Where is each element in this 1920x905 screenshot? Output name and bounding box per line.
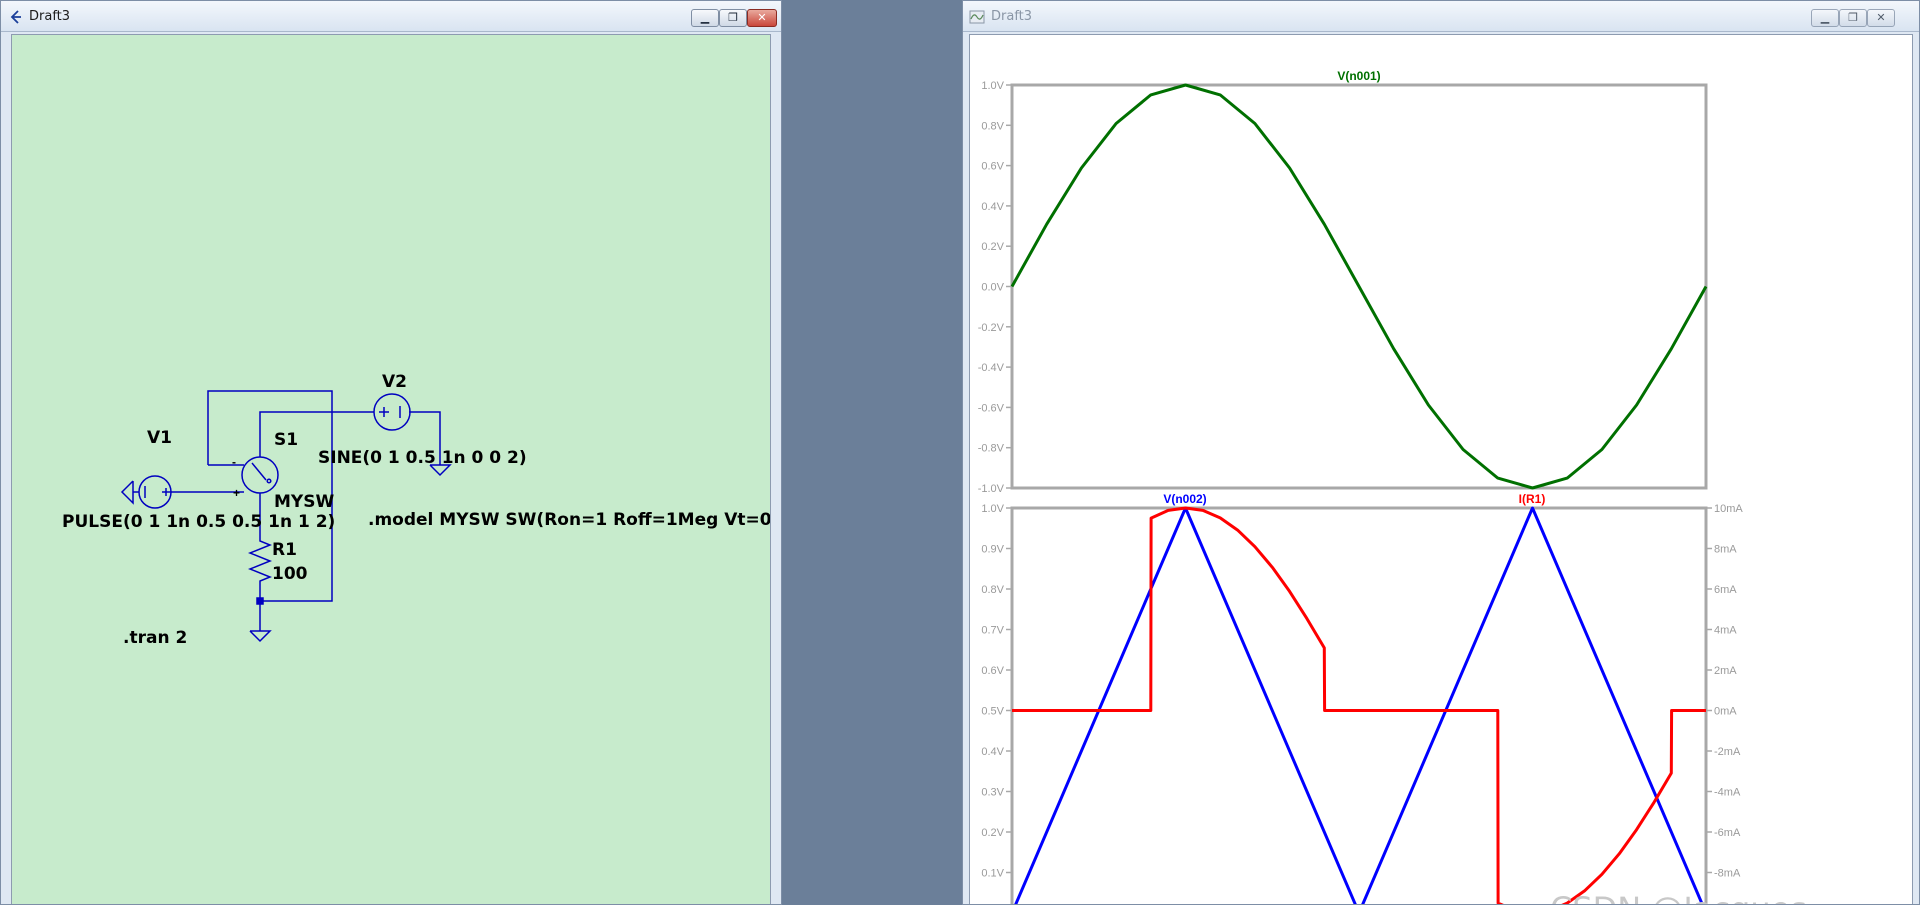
y-tick-label: -0.6V [978, 402, 1005, 414]
plot-window-title: Draft3 [991, 9, 1033, 24]
restore-icon: ❐ [1848, 11, 1858, 24]
pane-bottom[interactable]: 1.0V 0.9V 0.8V 0.7V 0.6V 0.5V 0.4V 0.3V 0.2V 0.1V… [981, 492, 1747, 904]
model-directive[interactable]: .model MYSW SW(Ron=1 Roff=1Meg Vt=0.5 Vh… [368, 510, 771, 530]
s1-minus-pin-label: - [232, 455, 236, 469]
series-line-0 [1014, 506, 1704, 904]
s1-plus-pin-label: + [233, 486, 240, 500]
s1-switch[interactable] [241, 435, 279, 505]
y-tick-label: 1.0V [981, 80, 1004, 92]
schematic-window[interactable]: Draft3 ▁ ❐ ✕ V1 PULSE(0 1 1n 0.5 0.5 1n … [0, 0, 782, 905]
y2-tick-label: -2mA [1714, 746, 1741, 758]
minimize-icon: ▁ [700, 11, 710, 24]
y-tick-label: 0.1V [981, 868, 1004, 880]
y-tick-label: 1.0V [981, 503, 1004, 515]
y2-tick-label: 10mA [1714, 503, 1743, 515]
series-line-1 [1012, 506, 1706, 904]
r1-resistor[interactable] [247, 535, 273, 585]
y2-tick-label: 6mA [1714, 584, 1737, 596]
legend-label: V(n002) [1163, 492, 1206, 506]
y2-tick-label: 0mA [1714, 706, 1737, 718]
y2-tick-label: -6mA [1714, 827, 1741, 839]
plot-canvas[interactable]: 1.0V 0.8V 0.6V 0.4V 0.2V 0.0V -0.2V -0.4V -0.6V -… [969, 34, 1913, 904]
y2-tick-label: 2mA [1714, 665, 1737, 677]
schematic-app-icon [10, 10, 21, 24]
restore-icon: ❐ [728, 11, 738, 24]
close-icon: ✕ [1876, 11, 1886, 24]
v1-label: V1 [147, 428, 172, 448]
plot-frame [1010, 506, 1708, 904]
y-tick-label: 0.2V [981, 827, 1004, 839]
y2-tick-label: 8mA [1714, 544, 1737, 556]
watermark-text: CSDN @Jacques [1550, 890, 1807, 904]
y-tick-label: 0.9V [981, 544, 1004, 556]
schematic-drawing[interactable]: V1 PULSE(0 1 1n 0.5 0.5 1n 1 2) S1 MYSW … [12, 35, 771, 904]
plot-minimize-button[interactable]: ▁ [1811, 9, 1839, 27]
v1-ground-icon [120, 480, 134, 505]
y-tick-label: 0.8V [981, 120, 1004, 132]
y-tick-label: -0.2V [978, 322, 1005, 334]
v2-value-label: SINE(0 1 0.5 1n 0 0 2) [318, 448, 527, 468]
y2-tick-label: 4mA [1714, 625, 1737, 637]
schematic-maximize-button[interactable]: ❐ [719, 9, 747, 27]
y2-tick-label: -8mA [1714, 868, 1741, 880]
schematic-canvas[interactable]: V1 PULSE(0 1 1n 0.5 0.5 1n 1 2) S1 MYSW … [11, 34, 771, 904]
plot-svg[interactable]: 1.0V 0.8V 0.6V 0.4V 0.2V 0.0V -0.2V -0.4V -0.6V -… [970, 35, 1913, 904]
y-tick-label: 0.3V [981, 787, 1004, 799]
legend-label: V(n001) [1337, 69, 1380, 83]
y-tick-label: 0.7V [981, 625, 1004, 637]
r1-value-label: 100 [272, 564, 308, 584]
y-tick-label: 0.4V [981, 746, 1004, 758]
schematic-close-button[interactable]: ✕ [747, 9, 777, 27]
schematic-window-title: Draft3 [29, 9, 71, 24]
v2-label: V2 [382, 372, 407, 392]
plot-window[interactable]: Draft3 ▁ ❐ ✕ 1.0V 0.8V 0.6V 0.4V 0.2V 0.0V -0.… [962, 0, 1920, 905]
y-tick-label: -0.4V [978, 362, 1005, 374]
waveform-app-icon [969, 10, 985, 24]
s1-label: S1 [274, 430, 298, 450]
v1-value-label: PULSE(0 1 1n 0.5 0.5 1n 1 2) [62, 512, 335, 532]
y-tick-label: 0.6V [981, 161, 1004, 173]
minimize-icon: ▁ [1820, 11, 1830, 24]
v2-source[interactable] [373, 393, 411, 431]
y-tick-label: -0.8V [978, 443, 1005, 455]
schematic-title-bar[interactable]: Draft3 ▁ ❐ ✕ [1, 1, 781, 32]
y2-tick-label: -4mA [1714, 787, 1741, 799]
close-icon: ✕ [757, 11, 767, 24]
y-tick-label: 0.6V [981, 665, 1004, 677]
y-tick-label: 0.5V [981, 706, 1004, 718]
legend-label: I(R1) [1519, 492, 1546, 506]
y-tick-label: 0.8V [981, 584, 1004, 596]
plot-maximize-button[interactable]: ❐ [1839, 9, 1867, 27]
plot-title-bar[interactable]: Draft3 ▁ ❐ ✕ [963, 1, 1919, 32]
r1-label: R1 [272, 540, 297, 560]
y-tick-label: 0.2V [981, 241, 1004, 253]
plot-close-button[interactable]: ✕ [1867, 9, 1895, 27]
y-tick-label: 0.4V [981, 201, 1004, 213]
pane-top[interactable]: 1.0V 0.8V 0.6V 0.4V 0.2V 0.0V -0.2V -0.4V -0.6V -… [978, 69, 1708, 495]
schematic-minimize-button[interactable]: ▁ [691, 9, 719, 27]
v1-source[interactable] [133, 475, 172, 509]
tran-directive[interactable]: .tran 2 [123, 628, 187, 648]
y-tick-label: 0.0V [981, 282, 1004, 294]
s1-model-label: MYSW [274, 492, 334, 512]
series-line-0 [1010, 83, 1708, 490]
y-tick-label: -1.0V [978, 483, 1005, 495]
